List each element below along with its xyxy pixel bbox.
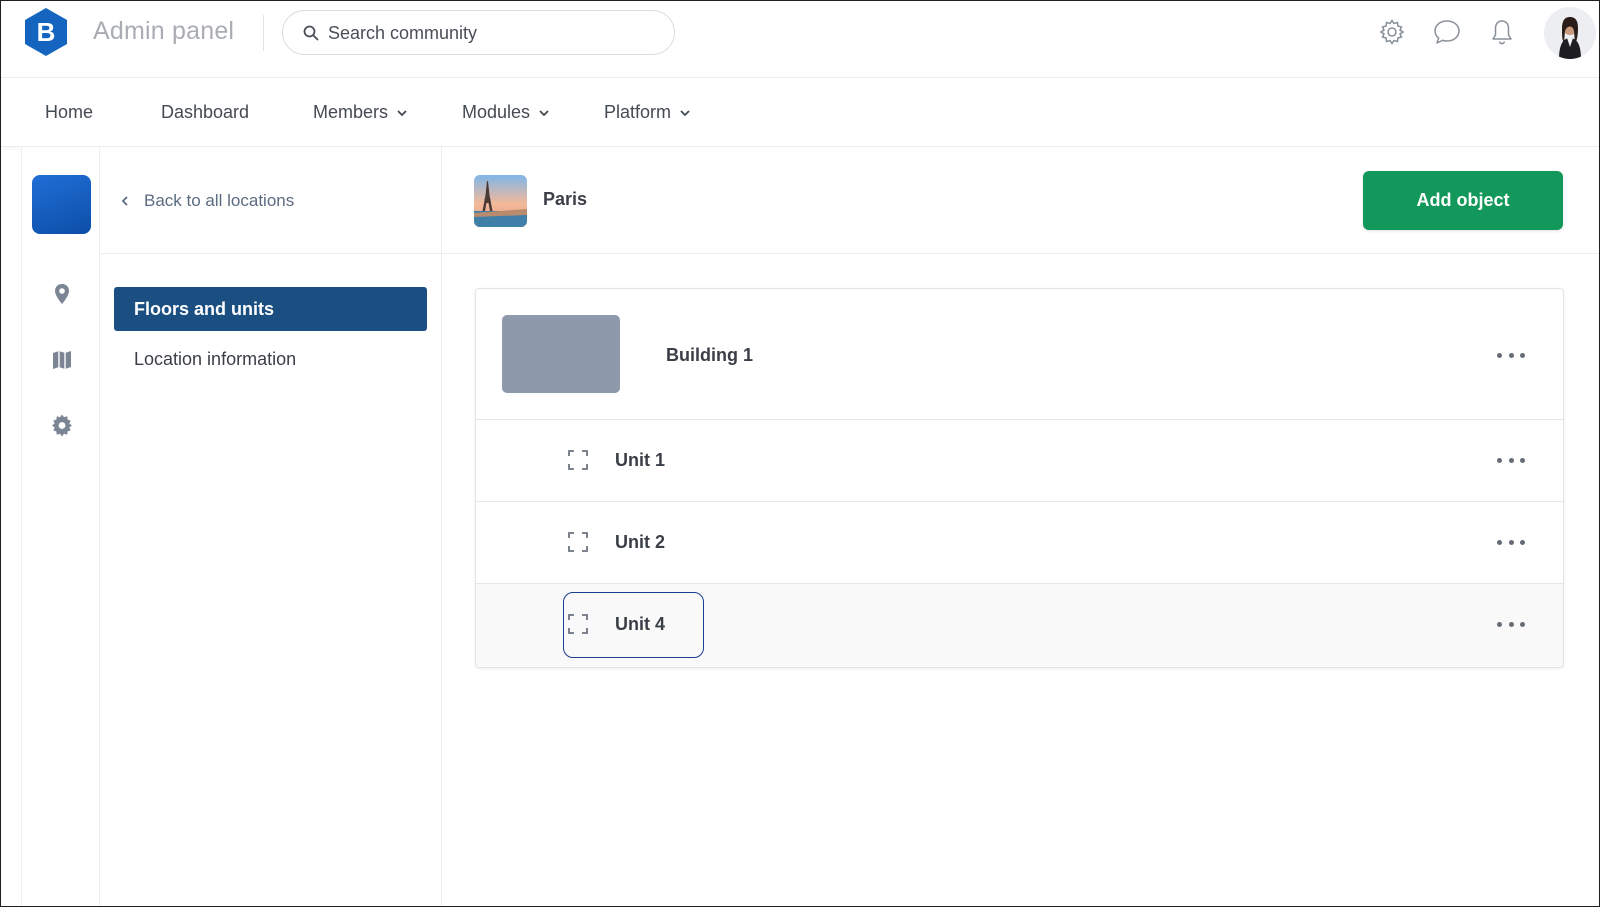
more-options-icon[interactable] [1497, 351, 1525, 359]
subnav-item-label: Floors and units [134, 298, 275, 319]
icon-rail [21, 147, 100, 906]
nav-home[interactable]: Home [45, 102, 93, 123]
chevron-down-icon [539, 109, 549, 116]
main-nav: Home Dashboard Members Modules Platform [1, 78, 1599, 147]
subnav-item-location-information[interactable]: Location information [114, 337, 427, 381]
back-to-locations-link[interactable]: Back to all locations [120, 191, 294, 211]
unit-row[interactable]: Unit 1 [476, 420, 1563, 502]
location-thumbnail [474, 175, 527, 227]
map-icon[interactable] [50, 348, 74, 372]
nav-modules-label: Modules [462, 102, 531, 122]
search-icon [303, 25, 319, 41]
nav-dashboard-label: Dashboard [161, 102, 250, 122]
search-input[interactable] [328, 17, 658, 49]
divider [263, 15, 264, 51]
main-content: Paris Add object Building 1 Unit 1 Unit [442, 147, 1599, 906]
building-row[interactable]: Building 1 [476, 289, 1563, 420]
more-options-icon[interactable] [1497, 620, 1525, 628]
unit-row[interactable]: Unit 2 [476, 502, 1563, 584]
unit-name: Unit 1 [615, 450, 666, 470]
more-options-icon[interactable] [1497, 538, 1525, 546]
location-pin-icon[interactable] [50, 282, 74, 306]
nav-dashboard[interactable]: Dashboard [161, 102, 249, 123]
back-link-label: Back to all locations [144, 191, 295, 210]
app-window: B Admin panel Search community Home Dash… [0, 0, 1600, 907]
app-title: Admin panel [93, 17, 235, 45]
search-box[interactable] [282, 10, 675, 55]
nav-home-label: Home [45, 102, 94, 122]
top-bar: B Admin panel [1, 1, 1599, 78]
nav-platform[interactable]: Platform [604, 102, 691, 123]
settings-icon[interactable] [1377, 17, 1407, 47]
chat-icon[interactable] [1432, 17, 1462, 47]
chevron-left-icon [121, 196, 128, 206]
user-avatar[interactable] [1544, 7, 1596, 59]
building-name: Building 1 [666, 345, 753, 365]
module-tile[interactable] [32, 175, 91, 234]
brand-logo[interactable]: B [23, 7, 69, 57]
expand-icon [568, 614, 588, 634]
gear-icon[interactable] [50, 413, 74, 437]
chevron-down-icon [680, 109, 690, 116]
more-options-icon[interactable] [1497, 456, 1525, 464]
location-name: Paris [543, 189, 588, 209]
building-card: Building 1 Unit 1 Unit 2 Unit 4 [475, 288, 1564, 668]
divider [442, 253, 1599, 254]
location-subnav: Back to all locations Floors and units L… [100, 147, 442, 906]
expand-icon [568, 532, 588, 552]
logo-letter: B [37, 17, 56, 47]
bell-icon[interactable] [1487, 17, 1517, 47]
unit-name: Unit 4 [615, 614, 666, 634]
chevron-down-icon [397, 109, 407, 116]
subnav-item-label: Location information [134, 348, 297, 369]
add-object-button[interactable]: Add object [1363, 171, 1563, 230]
expand-icon [568, 450, 588, 470]
divider [100, 253, 442, 254]
unit-row[interactable]: Unit 4 [476, 584, 1563, 666]
nav-members-label: Members [313, 102, 389, 122]
paris-image [474, 175, 527, 227]
nav-platform-label: Platform [604, 102, 672, 122]
nav-modules[interactable]: Modules [462, 102, 550, 123]
building-thumbnail [502, 315, 620, 393]
unit-name: Unit 2 [615, 532, 666, 552]
nav-members[interactable]: Members [313, 102, 408, 123]
subnav-item-floors-and-units[interactable]: Floors and units [114, 287, 427, 331]
avatar-portrait [1544, 7, 1596, 59]
